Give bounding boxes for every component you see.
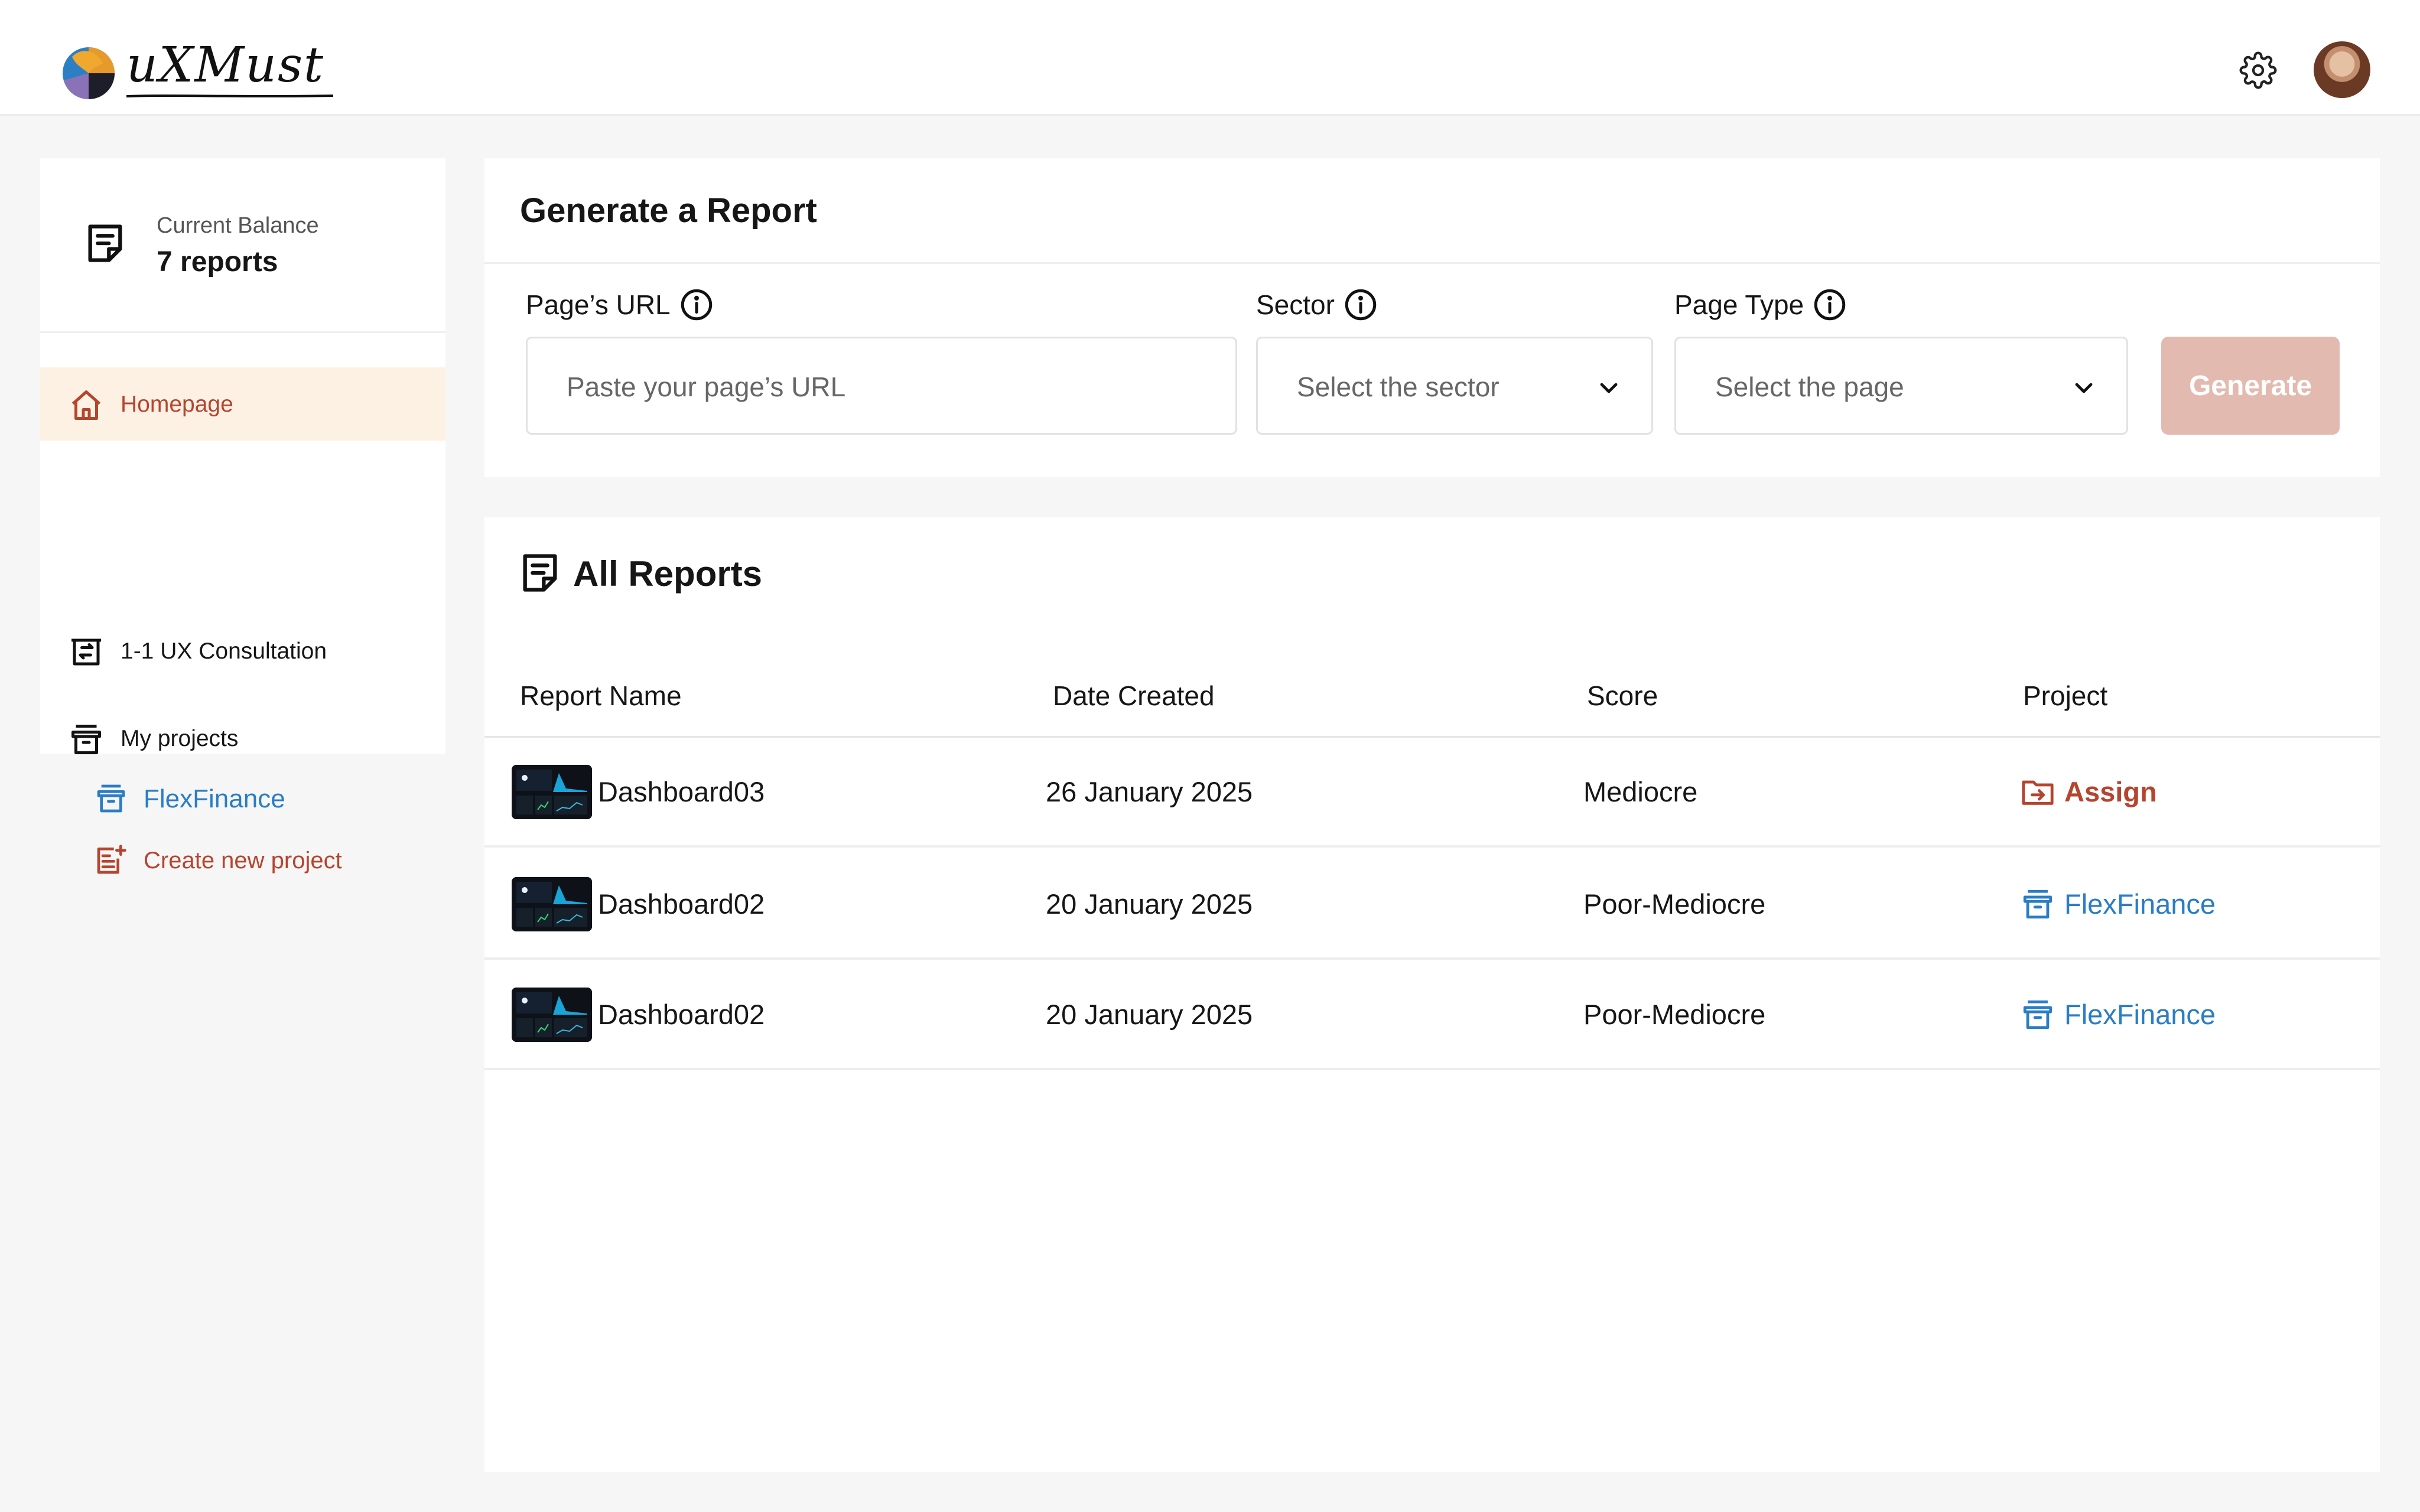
sidebar-item-consultation[interactable]: 1-1 UX Consultation [40, 614, 445, 687]
create-new-project-button[interactable]: Create new project [40, 832, 445, 886]
sidebar-item-homepage[interactable]: Homepage [40, 367, 445, 441]
assign-project-link[interactable]: Assign [2021, 774, 2157, 810]
report-score: Mediocre [1583, 776, 1698, 807]
balance-label: Current Balance [157, 213, 319, 238]
logo-text: uXMust [126, 37, 324, 93]
all-reports-title: All Reports [573, 554, 763, 594]
balance-value: 7 reports [157, 246, 278, 278]
sector-field-label: Sector [1256, 287, 1378, 322]
sidebar-project-label: FlexFinance [144, 784, 285, 813]
sidebar-item-label: 1-1 UX Consultation [121, 638, 327, 664]
project-label: FlexFinance [2064, 888, 2216, 920]
sidebar: Current Balance 7 reports Homepage 1-1 U… [40, 158, 445, 874]
user-avatar[interactable] [2314, 41, 2370, 98]
folder-move-icon [2022, 780, 2054, 805]
add-document-icon [97, 845, 126, 874]
generate-button[interactable]: Generate [2161, 337, 2340, 435]
sector-label-text: Sector [1256, 289, 1335, 320]
sidebar-item-label: My projects [121, 726, 239, 751]
create-project-label: Create new project [144, 848, 342, 874]
all-reports-card: All Reports Report Name Date Created Sco… [484, 517, 2380, 1472]
balance-panel: Current Balance 7 reports [40, 158, 445, 333]
sidebar-item-my-projects[interactable]: My projects [40, 702, 445, 775]
project-link-flexfinance[interactable]: FlexFinance [2021, 887, 2216, 922]
table-row[interactable]: Dashboard02 20 January 2025 Poor-Mediocr… [484, 850, 2380, 960]
report-document-icon [88, 224, 122, 262]
settings-gear-icon[interactable] [2239, 51, 2277, 89]
info-icon[interactable] [679, 287, 714, 322]
report-date: 26 January 2025 [1046, 776, 1253, 807]
report-date: 20 January 2025 [1046, 888, 1253, 920]
report-score: Poor-Mediocre [1583, 999, 1766, 1030]
report-date: 20 January 2025 [1046, 999, 1253, 1030]
report-document-icon [523, 554, 557, 592]
column-header-report-name[interactable]: Report Name [520, 678, 682, 713]
archive-box-icon [97, 784, 125, 813]
project-label: FlexFinance [2064, 999, 2216, 1030]
report-name: Dashboard03 [598, 776, 765, 807]
report-thumbnail [512, 765, 592, 819]
generate-report-title: Generate a Report [520, 191, 817, 230]
column-header-score[interactable]: Score [1587, 678, 1658, 713]
logo-mark-icon [63, 47, 115, 99]
info-icon[interactable] [1343, 287, 1378, 322]
generate-report-card: Generate a Report Page’s URL Sector Page… [484, 158, 2380, 477]
sidebar-project-flexfinance[interactable]: FlexFinance [40, 770, 445, 825]
page-type-field-label: Page Type [1674, 287, 1847, 322]
info-icon[interactable] [1812, 287, 1847, 322]
report-name: Dashboard02 [598, 888, 765, 920]
page-type-select[interactable]: Select the page [1674, 337, 2128, 435]
report-score: Poor-Mediocre [1583, 888, 1766, 920]
top-bar: uXMust [0, 0, 2420, 116]
url-label-text: Page’s URL [526, 289, 671, 320]
archive-box-icon [2023, 889, 2053, 919]
column-header-date-created[interactable]: Date Created [1053, 678, 1215, 713]
sidebar-item-label: Homepage [121, 392, 233, 417]
report-thumbnail [512, 988, 592, 1042]
table-row[interactable]: Dashboard02 20 January 2025 Poor-Mediocr… [484, 960, 2380, 1070]
page-type-label-text: Page Type [1674, 289, 1804, 320]
url-field-label: Page’s URL [526, 287, 714, 322]
divider [484, 262, 2380, 264]
chevron-down-icon [2075, 383, 2093, 393]
home-icon [71, 390, 101, 420]
consultation-icon [71, 638, 101, 666]
column-header-project[interactable]: Project [2023, 678, 2107, 713]
logo-underline [126, 94, 333, 97]
project-label: Assign [2064, 776, 2157, 807]
report-name: Dashboard02 [598, 999, 765, 1030]
logo[interactable]: uXMust [60, 37, 333, 100]
table-row[interactable]: Dashboard03 26 January 2025 Mediocre Ass… [484, 738, 2380, 848]
chevron-down-icon [1600, 383, 1618, 393]
archive-box-icon [2023, 1000, 2053, 1029]
report-thumbnail [512, 877, 592, 931]
archive-box-icon [71, 725, 101, 754]
project-link-flexfinance[interactable]: FlexFinance [2021, 997, 2216, 1032]
page-type-placeholder: Select the page [1715, 372, 1904, 402]
page-url-placeholder: Paste your page’s URL [567, 372, 846, 402]
sector-select[interactable]: Select the sector [1256, 337, 1653, 435]
sector-placeholder: Select the sector [1297, 372, 1500, 402]
page-url-input[interactable]: Paste your page’s URL [526, 337, 1237, 435]
